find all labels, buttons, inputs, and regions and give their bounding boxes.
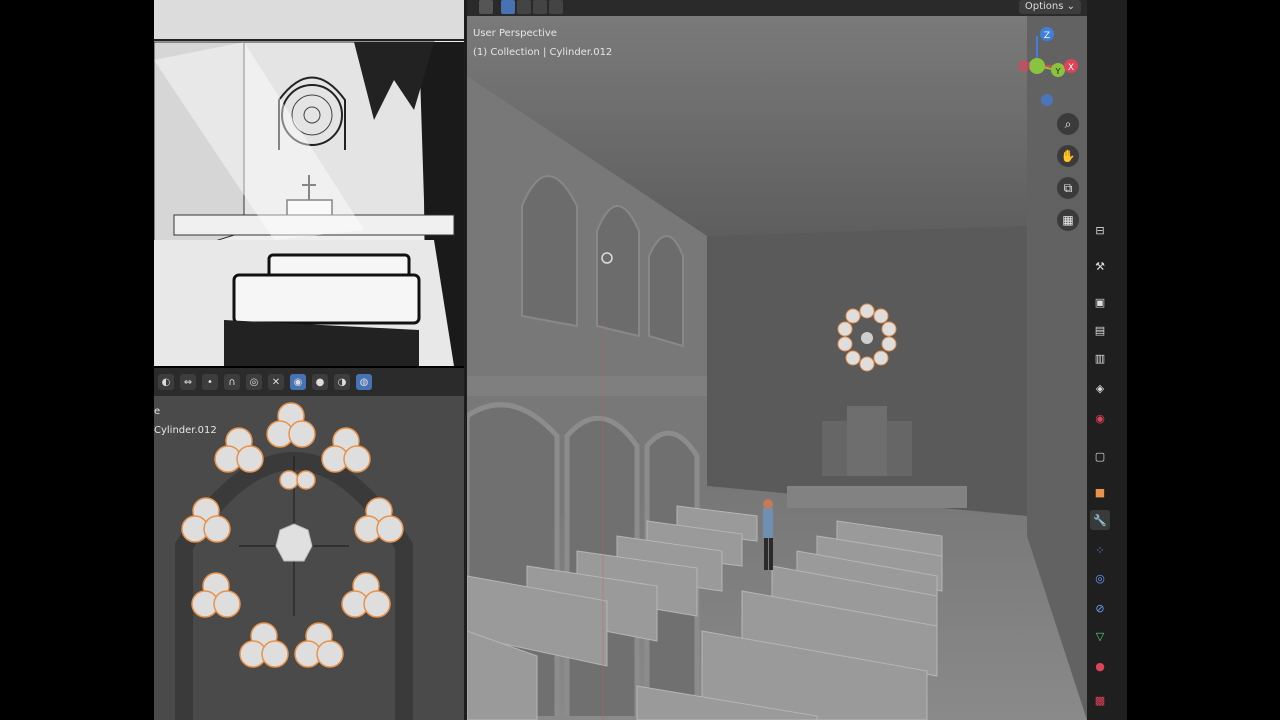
view-layer-tab-icon[interactable]: ▥ xyxy=(1090,348,1110,368)
manga-church-sketch xyxy=(154,0,464,366)
select-subtract-icon[interactable] xyxy=(533,0,547,14)
overlay-icon[interactable]: ◉ xyxy=(290,374,306,390)
texture-tab-icon[interactable]: ▩ xyxy=(1090,690,1110,710)
camera-icon: ⧉ xyxy=(1063,180,1073,195)
output-tab-icon[interactable]: ▤ xyxy=(1090,320,1110,340)
hand-icon: ✋ xyxy=(1060,149,1076,163)
gizmo-y-label: Y xyxy=(1055,67,1061,76)
select-tool-icon[interactable] xyxy=(479,0,493,14)
viewport-header: Options ⌄ xyxy=(467,0,1087,16)
grid-icon: ▦ xyxy=(1062,213,1074,227)
editor-type-icon[interactable]: ◐ xyxy=(158,374,174,390)
select-invert-icon[interactable] xyxy=(549,0,563,14)
pan-button[interactable]: ✋ xyxy=(1057,145,1079,167)
ortho-toggle-button[interactable]: ▦ xyxy=(1057,209,1079,231)
navigation-gizmo[interactable]: Z Y X xyxy=(1014,24,1084,114)
collection-info: (1) Collection | Cylinder.012 xyxy=(473,47,613,58)
collection-tab-icon[interactable]: ▢ xyxy=(1090,446,1110,466)
pivot-icon[interactable]: ◎ xyxy=(246,374,262,390)
object-tab-icon[interactable]: ■ xyxy=(1090,482,1110,502)
rendered-shading-icon[interactable]: ◍ xyxy=(356,374,372,390)
options-dropdown[interactable]: Options ⌄ xyxy=(1018,0,1081,14)
constraints-tab-icon[interactable]: ⊘ xyxy=(1090,598,1110,618)
uv-editor-header: ◐ ⇔ • ∩ ◎ ✕ ◉ ● ◑ ◍ xyxy=(154,368,464,396)
select-extend-icon[interactable] xyxy=(517,0,531,14)
church-3d-scene xyxy=(467,16,1087,720)
scene-tab-icon[interactable]: ◈ xyxy=(1090,378,1110,398)
curve-icon[interactable]: ∩ xyxy=(224,374,240,390)
rose-window-layout xyxy=(175,402,413,720)
select-box-icon[interactable] xyxy=(501,0,515,14)
gizmo-x-label: X xyxy=(1068,63,1074,73)
render-tab-icon[interactable]: ▣ xyxy=(1090,292,1110,312)
proportional-edit-icon[interactable]: ✕ xyxy=(268,374,284,390)
gizmo-z-label: Z xyxy=(1044,31,1050,41)
modifier-tab-icon[interactable]: 🔧 xyxy=(1090,510,1110,530)
physics-tab-icon[interactable]: ◎ xyxy=(1090,568,1110,588)
options-label: Options xyxy=(1024,1,1064,12)
magnifier-icon: ⌕ xyxy=(1064,116,1072,131)
uv-editor-view[interactable]: e Cylinder.012 xyxy=(154,396,464,720)
camera-view-button[interactable]: ⧉ xyxy=(1057,177,1079,199)
sync-selection-icon[interactable]: ⇔ xyxy=(180,374,196,390)
editor-type-icon-right[interactable]: ⊟ xyxy=(1090,220,1110,240)
view-name: User Perspective xyxy=(473,28,557,39)
particles-tab-icon[interactable]: ⁘ xyxy=(1090,540,1110,560)
tool-tab-icon[interactable]: ⚒ xyxy=(1090,256,1110,276)
zoom-button[interactable]: ⌕ xyxy=(1057,113,1079,135)
data-tab-icon[interactable]: ▽ xyxy=(1090,626,1110,646)
material-tab-icon[interactable]: ● xyxy=(1090,656,1110,676)
world-tab-icon[interactable]: ◉ xyxy=(1090,408,1110,428)
vertex-select-icon[interactable]: • xyxy=(202,374,218,390)
material-shading-icon[interactable]: ◑ xyxy=(334,374,350,390)
reference-image-panel xyxy=(154,0,464,366)
3d-viewport[interactable]: User Perspective (1) Collection | Cylind… xyxy=(467,16,1087,720)
solid-shading-icon[interactable]: ● xyxy=(312,374,328,390)
